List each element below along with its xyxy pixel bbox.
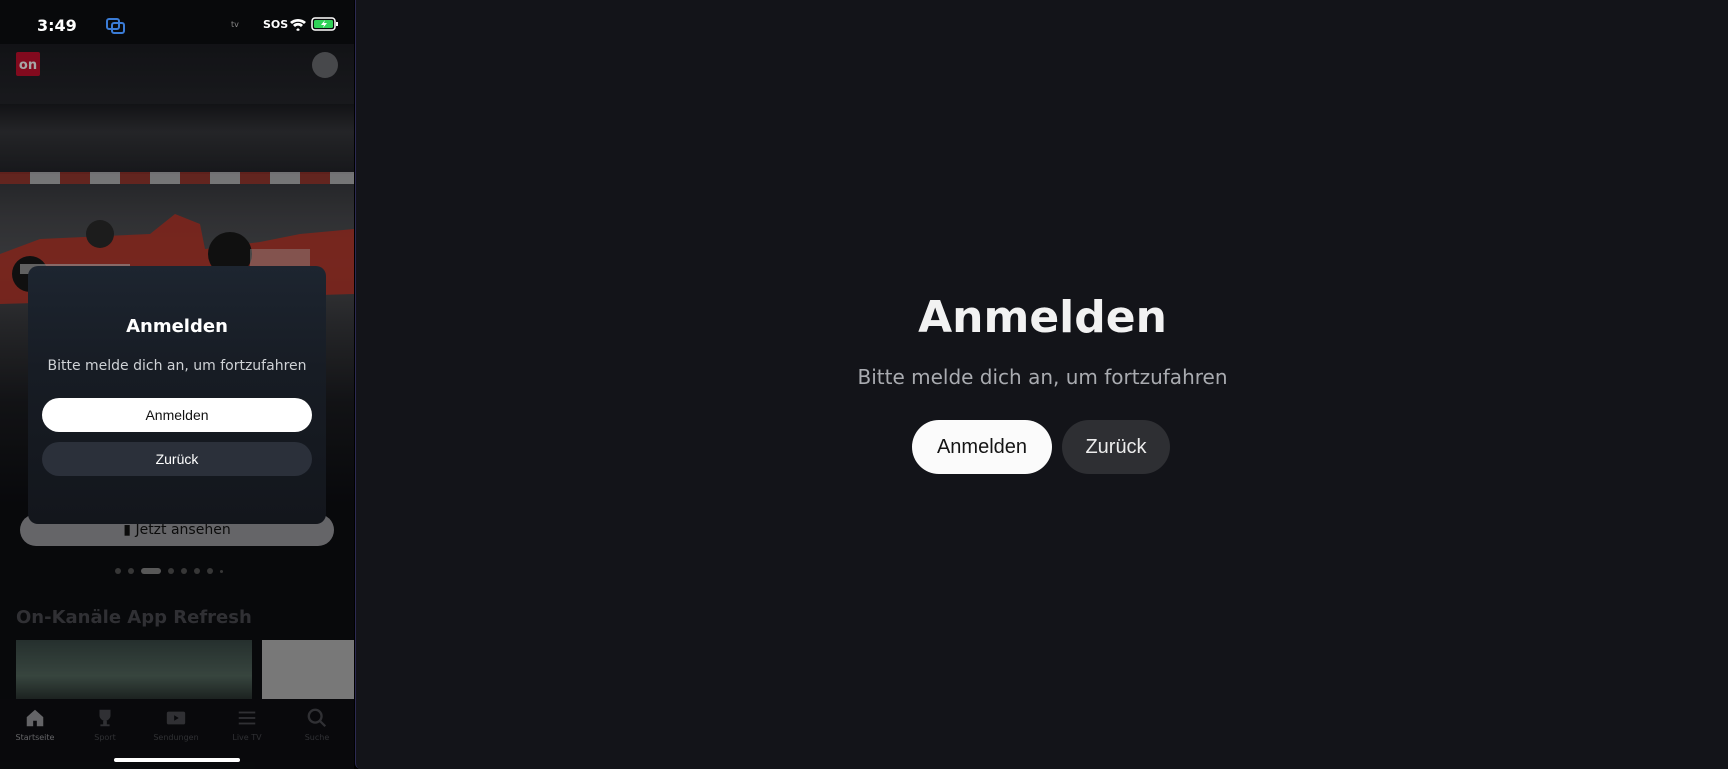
back-button[interactable]: Zurück bbox=[42, 442, 312, 476]
tv-login-screen: Anmelden Bitte melde dich an, um fortzuf… bbox=[355, 0, 1728, 769]
wifi-icon bbox=[290, 18, 306, 31]
appletv-label: tv bbox=[231, 20, 239, 29]
screen-mirroring-icon bbox=[106, 18, 125, 34]
home-indicator[interactable] bbox=[114, 758, 240, 762]
login-actions: Anmelden Zurück bbox=[912, 420, 1212, 474]
dialog-title: Anmelden bbox=[126, 316, 228, 337]
tv-back-button[interactable]: Zurück bbox=[1062, 420, 1170, 474]
login-message: Bitte melde dich an, um fortzufahren bbox=[857, 365, 1228, 389]
login-button[interactable]: Anmelden bbox=[42, 398, 312, 432]
login-dialog: Anmelden Bitte melde dich an, um fortzuf… bbox=[28, 266, 326, 524]
dialog-message: Bitte melde dich an, um fortzufahren bbox=[47, 358, 307, 374]
screen: on ▮ Jetzt ansehen On-Kanäle App Refresh… bbox=[0, 0, 1728, 769]
status-time: 3:49 bbox=[37, 16, 77, 35]
tv-login-button[interactable]: Anmelden bbox=[912, 420, 1052, 474]
status-bar: 3:49 tv SOS bbox=[0, 0, 354, 50]
login-title: Anmelden bbox=[918, 292, 1167, 343]
sos-label: SOS bbox=[263, 18, 289, 31]
phone-screen: on ▮ Jetzt ansehen On-Kanäle App Refresh… bbox=[0, 0, 354, 769]
battery-charging-icon bbox=[311, 17, 338, 31]
